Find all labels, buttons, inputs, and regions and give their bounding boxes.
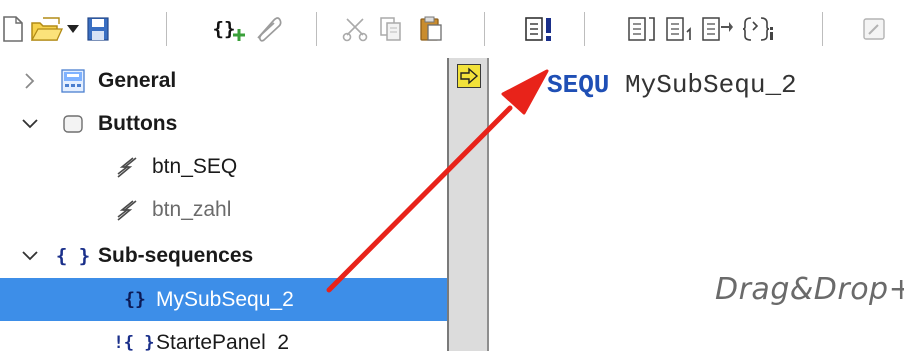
code-editor[interactable]: SEQU MySubSequ_2 Drag&Drop+CTRL [489, 58, 904, 351]
plus-badge-icon [233, 29, 246, 41]
editor-gutter[interactable] [449, 58, 487, 351]
step-into-icon[interactable] [664, 16, 700, 42]
tree-item-label: MySubSequ_2 [156, 287, 294, 311]
toolbar-separator [584, 12, 585, 46]
tree-item-buttons[interactable]: Buttons [0, 102, 447, 145]
toolbar-separator [484, 12, 485, 46]
dropdown-arrow-icon[interactable] [66, 16, 80, 42]
current-line-arrow-icon [457, 64, 481, 88]
tree-item-label: btn_zahl [152, 197, 232, 221]
step-over-icon[interactable] [700, 16, 736, 42]
toolbar-separator [822, 12, 823, 46]
tree-item-label: StartePanel_2 [156, 330, 290, 351]
subseq-glyph: {} [212, 18, 236, 40]
subsequence-icon: !{ } [113, 330, 155, 351]
chevron-right-icon[interactable] [20, 71, 40, 91]
lightning-icon [114, 197, 140, 223]
cut-icon[interactable] [340, 16, 370, 42]
subsequence-group-icon: { } [56, 243, 90, 269]
sequence-tree: General Buttons btn_SEQ btn_zahl { } Sub… [0, 58, 447, 351]
tree-item-startepanel-2[interactable]: !{ } StartePanel_2 [0, 321, 447, 351]
subsequence-glyph: {} [124, 289, 146, 310]
subsequence-group-glyph: { } [55, 244, 91, 267]
paste-icon[interactable] [416, 16, 446, 42]
tree-item-label: btn_SEQ [152, 154, 238, 178]
tree-item-general[interactable]: General [0, 59, 447, 102]
step-icon[interactable] [626, 16, 662, 42]
subsequence-icon: {} [120, 287, 150, 313]
tree-item-label: Buttons [98, 111, 178, 135]
step-out-icon[interactable] [740, 16, 776, 42]
open-folder-icon[interactable] [28, 16, 64, 42]
tree-item-btn-zahl[interactable]: btn_zahl [0, 188, 447, 231]
button-icon [62, 113, 84, 135]
toolbar-separator [316, 12, 317, 46]
chevron-down-icon[interactable] [20, 114, 40, 134]
code-identifier: MySubSequ_2 [609, 70, 797, 100]
tree-item-mysubsequ-2[interactable]: {} MySubSequ_2 [0, 278, 447, 321]
link-icon[interactable] [250, 16, 284, 42]
edit-icon[interactable] [860, 16, 888, 42]
chevron-down-icon[interactable] [20, 246, 40, 266]
copy-icon[interactable] [376, 16, 406, 42]
tree-item-btn-seq[interactable]: btn_SEQ [0, 145, 447, 188]
save-icon[interactable] [84, 16, 112, 42]
code-line[interactable]: SEQU MySubSequ_2 [547, 70, 797, 100]
toolbar-separator [166, 12, 167, 46]
code-keyword: SEQU [547, 70, 610, 100]
new-file-icon[interactable] [0, 16, 26, 42]
add-subsequence-icon[interactable]: {} [212, 16, 246, 42]
tree-item-sub-sequences[interactable]: { } Sub-sequences [0, 234, 447, 277]
lightning-icon [114, 154, 140, 180]
tree-item-label: Sub-sequences [98, 243, 254, 267]
subsequence-glyph: !{ } [113, 332, 155, 351]
toolbar: {} [0, 0, 904, 58]
run-icon[interactable] [522, 16, 562, 42]
panel-icon [60, 68, 86, 94]
tree-item-label: General [98, 68, 177, 92]
drag-drop-annotation: Drag&Drop+CTRL [715, 272, 904, 307]
